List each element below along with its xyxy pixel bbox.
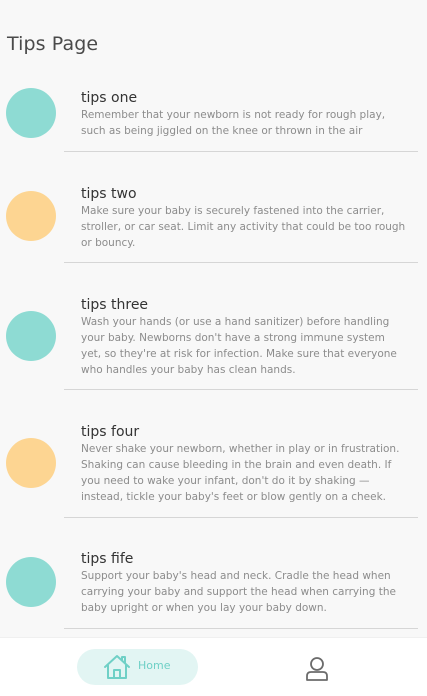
tip-divider (64, 517, 418, 518)
tip-body: Make sure your baby is securely fastened… (81, 205, 406, 249)
tip-title: tips fife (81, 551, 134, 567)
tip-body: Remember that your newborn is not ready … (81, 109, 386, 137)
tip-divider (64, 389, 418, 390)
tip-divider (64, 151, 418, 152)
tip-body: Support your baby's head and neck. Cradl… (81, 570, 396, 614)
bottom-navigation-bar: Home (0, 637, 427, 696)
tip-color-dot (6, 88, 56, 138)
tip-color-dot (6, 191, 56, 241)
home-tab-button[interactable]: Home (77, 649, 198, 685)
home-icon (104, 655, 130, 679)
tip-color-dot (6, 557, 56, 607)
tip-title: tips two (81, 186, 137, 202)
tip-title: tips three (81, 297, 149, 313)
page-title: Tips Page (7, 33, 99, 55)
tip-title: tips one (81, 90, 138, 106)
tip-title: tips four (81, 424, 140, 440)
home-tab-label: Home (138, 659, 171, 672)
tip-body: Never shake your newborn, whether in pla… (81, 443, 400, 503)
tip-color-dot (6, 438, 56, 488)
tip-color-dot (6, 311, 56, 361)
user-icon[interactable] (303, 655, 331, 683)
tip-body: Wash your hands (or use a hand sanitizer… (81, 316, 397, 376)
tip-divider (64, 628, 418, 629)
tip-divider (64, 262, 418, 263)
